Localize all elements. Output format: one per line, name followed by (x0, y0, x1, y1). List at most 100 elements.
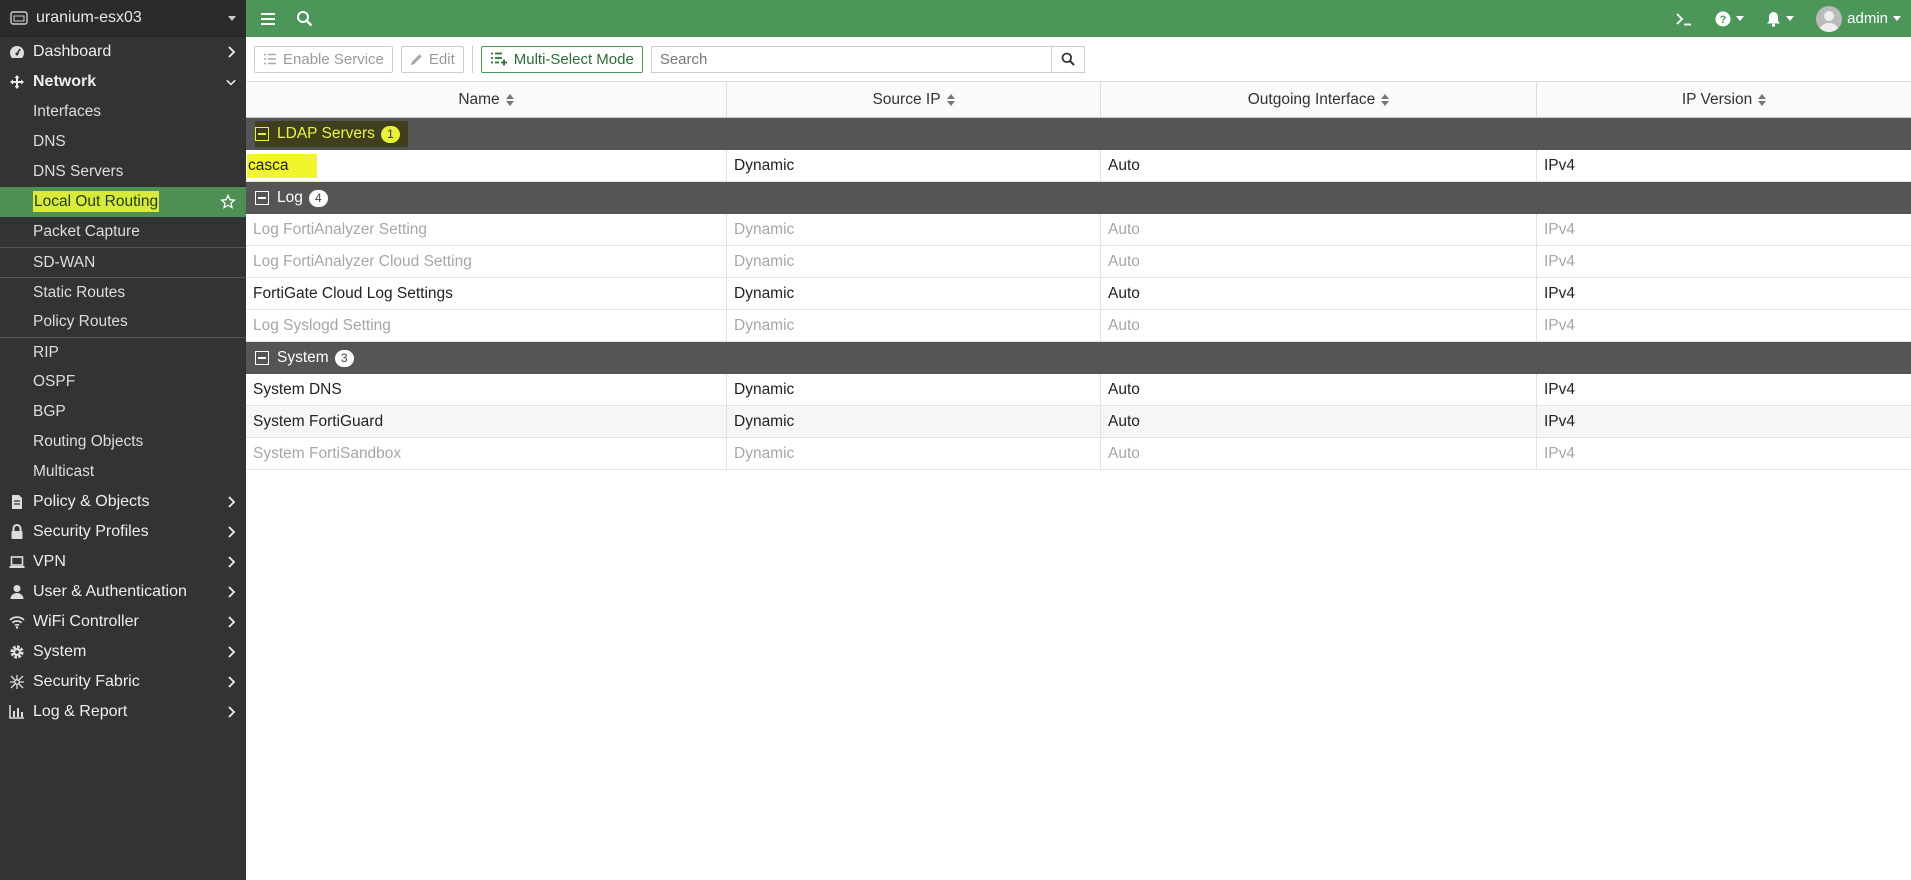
help-button[interactable]: ? (1715, 11, 1745, 27)
cell-outgoing-interface: Auto (1101, 374, 1537, 405)
sidebar-item-policy-routes[interactable]: Policy Routes (0, 307, 246, 337)
chevron-right-icon (228, 616, 236, 628)
menu-icon[interactable] (260, 12, 276, 26)
sidebar-item-wifi-controller[interactable]: WiFi Controller (0, 607, 246, 637)
cell-name: casca (246, 150, 727, 181)
collapse-icon[interactable] (255, 351, 269, 365)
sidebar-item-log-report[interactable]: Log & Report (0, 697, 246, 727)
column-header-outgoing-interface[interactable]: Outgoing Interface (1101, 82, 1537, 117)
sidebar-item-label: WiFi Controller (33, 613, 139, 630)
multi-select-mode-button[interactable]: Multi-Select Mode (480, 45, 643, 73)
cell-name: System FortiGuard (246, 406, 727, 437)
table-row[interactable]: Log FortiAnalyzer Cloud Setting Dynamic … (246, 246, 1911, 278)
local-out-routing-table: Name Source IP Outgoing Interface IP Ver… (246, 81, 1911, 470)
cell-ip-version: IPv4 (1544, 444, 1576, 462)
chevron-right-icon (228, 46, 236, 58)
table-row[interactable]: Log Syslogd Setting Dynamic Auto IPv4 (246, 310, 1911, 342)
sidebar-item-packet-capture[interactable]: Packet Capture (0, 217, 246, 247)
avatar (1816, 5, 1843, 32)
column-header-label: Name (458, 90, 500, 108)
device-selector[interactable]: uranium-esx03 (0, 0, 246, 37)
sidebar-item-dashboard[interactable]: Dashboard (0, 37, 246, 67)
sidebar-item-system[interactable]: System (0, 637, 246, 667)
edit-button[interactable]: Edit (400, 45, 464, 73)
collapse-icon[interactable] (255, 127, 269, 141)
column-header-name[interactable]: Name (246, 82, 727, 117)
table-row[interactable]: Log FortiAnalyzer Setting Dynamic Auto I… (246, 214, 1911, 246)
column-header-source-ip[interactable]: Source IP (727, 82, 1101, 117)
sort-icon (505, 93, 514, 106)
cell-name: Log FortiAnalyzer Setting (246, 214, 727, 245)
group-header-log[interactable]: Log 4 (246, 182, 1911, 214)
table-row[interactable]: System FortiGuard Dynamic Auto IPv4 (246, 406, 1911, 438)
user-menu[interactable]: admin (1816, 5, 1901, 32)
sidebar-item-routing-objects[interactable]: Routing Objects (0, 427, 246, 457)
cell-outgoing-interface: Auto (1101, 438, 1537, 469)
search-icon[interactable] (296, 10, 313, 27)
notifications-button[interactable] (1766, 11, 1795, 27)
network-icon (8, 74, 25, 91)
star-icon[interactable] (220, 194, 236, 210)
table-row[interactable]: System DNS Dynamic Auto IPv4 (246, 374, 1911, 406)
sidebar-item-multicast[interactable]: Multicast (0, 457, 246, 487)
sidebar-item-interfaces[interactable]: Interfaces (0, 97, 246, 127)
sidebar-item-label: System (33, 643, 87, 660)
cell-name-text: casca (247, 153, 317, 178)
sidebar-item-label: Static Routes (33, 283, 126, 301)
cell-source-ip: Dynamic (727, 438, 1101, 469)
multi-select-icon (490, 52, 507, 66)
group-name: System (277, 349, 329, 366)
cell-ip-version: IPv4 (1544, 252, 1576, 270)
sidebar-item-vpn[interactable]: VPN (0, 547, 246, 577)
search-icon (1061, 52, 1075, 66)
enable-service-button[interactable]: Enable Service (254, 45, 393, 73)
cell-source-ip: Dynamic (727, 278, 1101, 309)
collapse-icon[interactable] (255, 191, 269, 205)
sidebar-item-security-profiles[interactable]: Security Profiles (0, 517, 246, 547)
sidebar-item-bgp[interactable]: BGP (0, 397, 246, 427)
help-icon: ? (1715, 11, 1731, 26)
wifi-icon (8, 614, 25, 631)
sidebar-item-label: OSPF (33, 373, 76, 390)
sidebar-item-label: Policy & Objects (33, 493, 150, 510)
sidebar-item-label: VPN (33, 553, 66, 570)
sidebar-item-sd-wan[interactable]: SD-WAN (0, 247, 246, 277)
sidebar-item-label: DNS (33, 133, 66, 150)
edit-label: Edit (428, 50, 455, 68)
sidebar-item-label: Policy Routes (33, 313, 128, 330)
sidebar-item-static-routes[interactable]: Static Routes (0, 277, 246, 307)
sidebar-item-user-authentication[interactable]: User & Authentication (0, 577, 246, 607)
chevron-down-icon (1893, 16, 1901, 21)
search-button[interactable] (1050, 45, 1085, 73)
sidebar-item-label: BGP (33, 403, 66, 420)
cell-outgoing-interface: Auto (1101, 406, 1537, 437)
cell-source-ip: Dynamic (727, 310, 1101, 341)
cell-source-ip: Dynamic (727, 406, 1101, 437)
sidebar-item-network[interactable]: Network (0, 67, 246, 97)
sidebar-item-dns-servers[interactable]: DNS Servers (0, 157, 246, 187)
column-header-ip-version[interactable]: IP Version (1537, 82, 1911, 117)
sidebar-item-rip[interactable]: RIP (0, 337, 246, 367)
group-header-ldap-servers[interactable]: LDAP Servers 1 (246, 118, 1911, 150)
chevron-down-icon (228, 15, 236, 21)
chevron-right-icon (228, 586, 236, 598)
search-input[interactable] (650, 45, 1051, 73)
multi-select-label: Multi-Select Mode (513, 50, 634, 68)
sidebar-item-label: Local Out Routing (33, 191, 160, 212)
table-row[interactable]: casca Dynamic Auto IPv4 (246, 150, 1911, 182)
bell-icon (1767, 11, 1781, 27)
sidebar-item-dns[interactable]: DNS (0, 127, 246, 157)
cell-outgoing-interface: Auto (1101, 310, 1537, 341)
sidebar-item-policy-objects[interactable]: Policy & Objects (0, 487, 246, 517)
fabric-icon (8, 674, 25, 691)
sidebar-item-ospf[interactable]: OSPF (0, 367, 246, 397)
policy-icon (8, 494, 25, 511)
cli-console-button[interactable] (1675, 12, 1693, 26)
device-name: uranium-esx03 (36, 9, 142, 26)
sidebar-item-local-out-routing[interactable]: Local Out Routing (0, 187, 246, 217)
table-row[interactable]: FortiGate Cloud Log Settings Dynamic Aut… (246, 278, 1911, 310)
sidebar-item-security-fabric[interactable]: Security Fabric (0, 667, 246, 697)
group-header-system[interactable]: System 3 (246, 342, 1911, 374)
table-row[interactable]: System FortiSandbox Dynamic Auto IPv4 (246, 438, 1911, 470)
cell-name: System DNS (246, 374, 727, 405)
